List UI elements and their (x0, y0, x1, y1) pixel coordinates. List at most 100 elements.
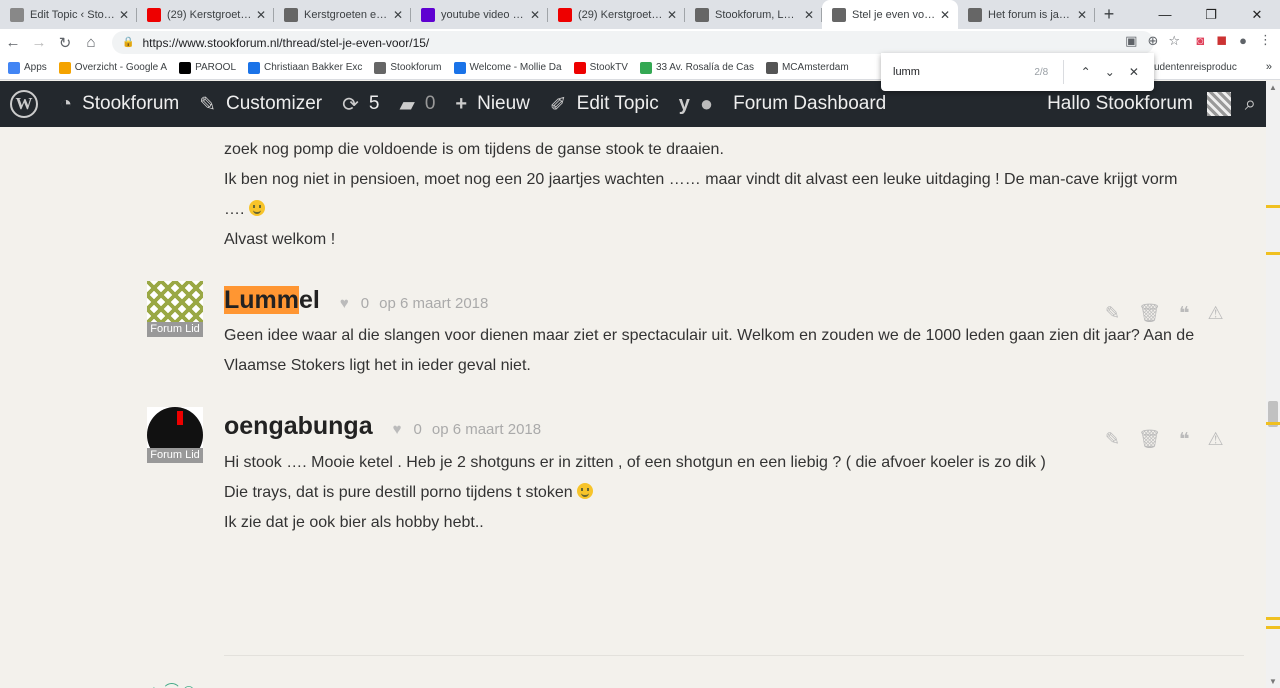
quote-icon[interactable]: ❝ (1179, 429, 1190, 450)
tab-title: (29) Kerstgroet stoo (167, 8, 252, 21)
find-previous-icon[interactable]: ⌃ (1074, 65, 1098, 79)
tab-close-icon[interactable]: ✕ (393, 8, 403, 22)
trash-icon[interactable]: 🗑 (1138, 303, 1161, 324)
comments-link[interactable]: ▰ 0 (399, 92, 435, 117)
close-window-icon[interactable]: ✕ (1234, 0, 1280, 29)
reload-icon[interactable]: ↻ (52, 34, 78, 52)
bookmark-item[interactable]: MCAmsterdam (765, 61, 849, 74)
find-marker (1266, 252, 1280, 255)
back-icon[interactable]: ← (0, 34, 26, 51)
maps-icon (639, 61, 652, 74)
new-tab-button[interactable]: + (1095, 0, 1123, 29)
customizer-link[interactable]: ✎ Customizer (199, 92, 322, 117)
menu-icon[interactable]: ⋮ (1259, 32, 1272, 48)
bookmark-item[interactable]: Apps (8, 61, 47, 74)
browser-tab[interactable]: (29) Kerstgroet stoo ✕ (548, 0, 685, 29)
post-date: op 6 maart 2018 (431, 421, 542, 438)
site-name-link[interactable]: ◔ Stookforum (60, 93, 179, 116)
yoast-icon: y (678, 92, 690, 115)
updates-link[interactable]: ⟳ 5 (342, 92, 379, 117)
report-icon[interactable]: ⚠ (1208, 429, 1224, 450)
wordpress-logo-icon[interactable]: W (10, 90, 38, 118)
browser-tab[interactable]: youtube video inslui ✕ (411, 0, 548, 29)
like-count: 0 (360, 295, 370, 312)
smiley-icon (577, 483, 594, 499)
find-marker (1266, 205, 1280, 208)
browser-tab[interactable]: Stel je even voor — ✕ (822, 0, 958, 29)
home-icon[interactable]: ⌂ (78, 34, 104, 51)
search-icon[interactable]: ⌕ (1245, 93, 1256, 116)
bookmark-item[interactable]: PAROOL (179, 61, 236, 74)
account-icon[interactable]: ● (1239, 33, 1247, 48)
find-count: 2/8 (1034, 66, 1049, 78)
edit-topic-label: Edit Topic (576, 93, 659, 114)
restore-icon[interactable]: ❐ (1188, 0, 1234, 29)
tab-close-icon[interactable]: ✕ (530, 8, 540, 22)
address-bar[interactable]: 🔒 https://www.stookforum.nl/thread/stel-… (112, 31, 1154, 54)
star-icon[interactable]: ☆ (1168, 33, 1180, 49)
tab-close-icon[interactable]: ✕ (119, 8, 129, 22)
bookmark-item[interactable]: Christiaan Bakker Exc (248, 61, 363, 74)
tab-strip: Edit Topic ‹ Stookfor✕ (29) Kerstgroet st… (0, 0, 1280, 29)
bookmark-item[interactable]: Stookforum (374, 61, 442, 74)
new-content-link[interactable]: + Nieuw (455, 93, 530, 116)
edit-icon[interactable]: ✎ (1105, 429, 1120, 450)
heart-icon[interactable]: ♥ (393, 421, 402, 438)
tab-close-icon[interactable]: ✕ (1077, 8, 1087, 22)
tab-close-icon[interactable]: ✕ (256, 8, 266, 22)
pocket-icon[interactable]: ◙ (1196, 33, 1204, 48)
post-line: Ik zie dat je ook bier als hobby hebt.. (224, 514, 484, 531)
scroll-up-icon[interactable]: ▲ (1269, 83, 1277, 92)
more-bookmarks-icon[interactable]: » (1266, 61, 1272, 73)
avatar[interactable]: Forum Lid (147, 281, 203, 337)
mc-icon (765, 61, 778, 74)
find-close-icon[interactable]: ✕ (1122, 65, 1146, 79)
browser-tab[interactable]: Edit Topic ‹ Stookfor ✕ (0, 0, 137, 29)
greeting-label[interactable]: Hallo Stookforum (1047, 93, 1193, 115)
bookmark-item[interactable]: Welcome - Mollie Da (453, 61, 562, 74)
search-highlight: Lumm (224, 286, 299, 314)
tab-close-icon[interactable]: ✕ (667, 8, 677, 22)
bookmark-item[interactable]: Overzicht - Google A (58, 61, 168, 74)
browser-tab[interactable]: Het forum is jarig o ✕ (958, 0, 1095, 29)
pdf-icon[interactable]: ◼ (1216, 32, 1227, 48)
browser-tab[interactable]: (29) Kerstgroet stoo ✕ (137, 0, 274, 29)
browser-tab[interactable]: Kerstgroeten en nie ✕ (274, 0, 411, 29)
bookmark-item[interactable]: 33 Av. Rosalía de Cas (639, 61, 754, 74)
browser-tab[interactable]: Stookforum, Leer Oj ✕ (685, 0, 822, 29)
zoom-icon[interactable]: ⊕ (1147, 33, 1158, 49)
user-avatar[interactable] (1206, 92, 1231, 116)
tab-close-icon[interactable]: ✕ (804, 8, 814, 22)
bookmark-truncated[interactable]: udentenreisproduc (1154, 62, 1237, 73)
forward-icon[interactable]: → (26, 34, 52, 51)
quote-icon[interactable]: ❝ (1179, 303, 1190, 324)
heart-icon[interactable]: ♥ (340, 295, 349, 312)
circle-icon (248, 61, 260, 74)
avatar[interactable]: Forum Lid (147, 407, 203, 463)
scroll-down-icon[interactable]: ▼ (1269, 677, 1277, 686)
bookmark-item[interactable]: StookTV (573, 61, 628, 74)
edit-icon[interactable]: ✎ (1105, 303, 1120, 324)
post-actions: ✎ 🗑 ❝ ⚠ (1105, 303, 1224, 324)
report-icon[interactable]: ⚠ (1208, 303, 1224, 324)
pencil-icon: ✐ (549, 93, 567, 116)
author-name[interactable]: Lummel (224, 286, 320, 315)
bookmark-label: Overzicht - Google A (74, 62, 168, 73)
find-marker (1266, 626, 1280, 629)
page-scrollbar[interactable]: ▲ ▼ (1266, 81, 1280, 688)
trash-icon[interactable]: 🗑 (1138, 429, 1161, 450)
bookmark-label: Christiaan Bakker Exc (264, 62, 363, 73)
find-next-icon[interactable]: ⌄ (1098, 65, 1122, 79)
find-input[interactable]: lumm (893, 66, 1004, 78)
tab-close-icon[interactable]: ✕ (940, 8, 950, 22)
lock-icon: 🔒 (122, 37, 135, 48)
forum-dashboard-link[interactable]: Forum Dashboard (733, 93, 886, 115)
find-icon[interactable]: ▣ (1125, 33, 1137, 49)
yoast-menu[interactable]: y ● (679, 91, 713, 117)
author-name[interactable]: oengabunga (224, 412, 373, 441)
bookmark-label: Stookforum (390, 62, 442, 73)
edit-topic-link[interactable]: ✐ Edit Topic (550, 92, 659, 117)
brush-icon: ✎ (199, 93, 217, 116)
post-line: Vlaamse Stokers ligt het in ieder geval … (224, 357, 531, 374)
minimize-icon[interactable]: — (1142, 0, 1188, 29)
